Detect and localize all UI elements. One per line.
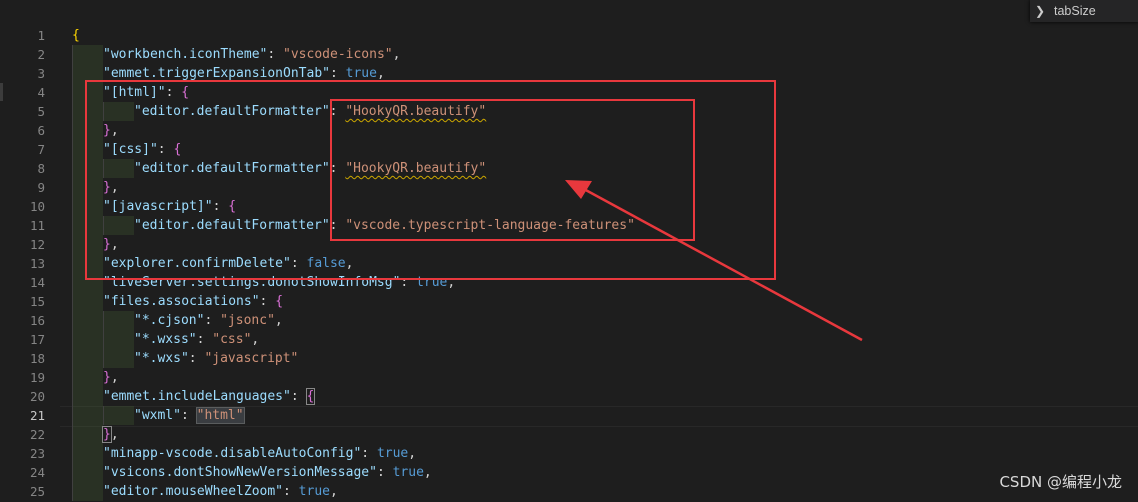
arrow-shaft (581, 186, 863, 342)
watermark: CSDN @编程小龙 (999, 473, 1122, 491)
arrow-head (565, 180, 592, 199)
annotation-arrow (565, 180, 863, 342)
